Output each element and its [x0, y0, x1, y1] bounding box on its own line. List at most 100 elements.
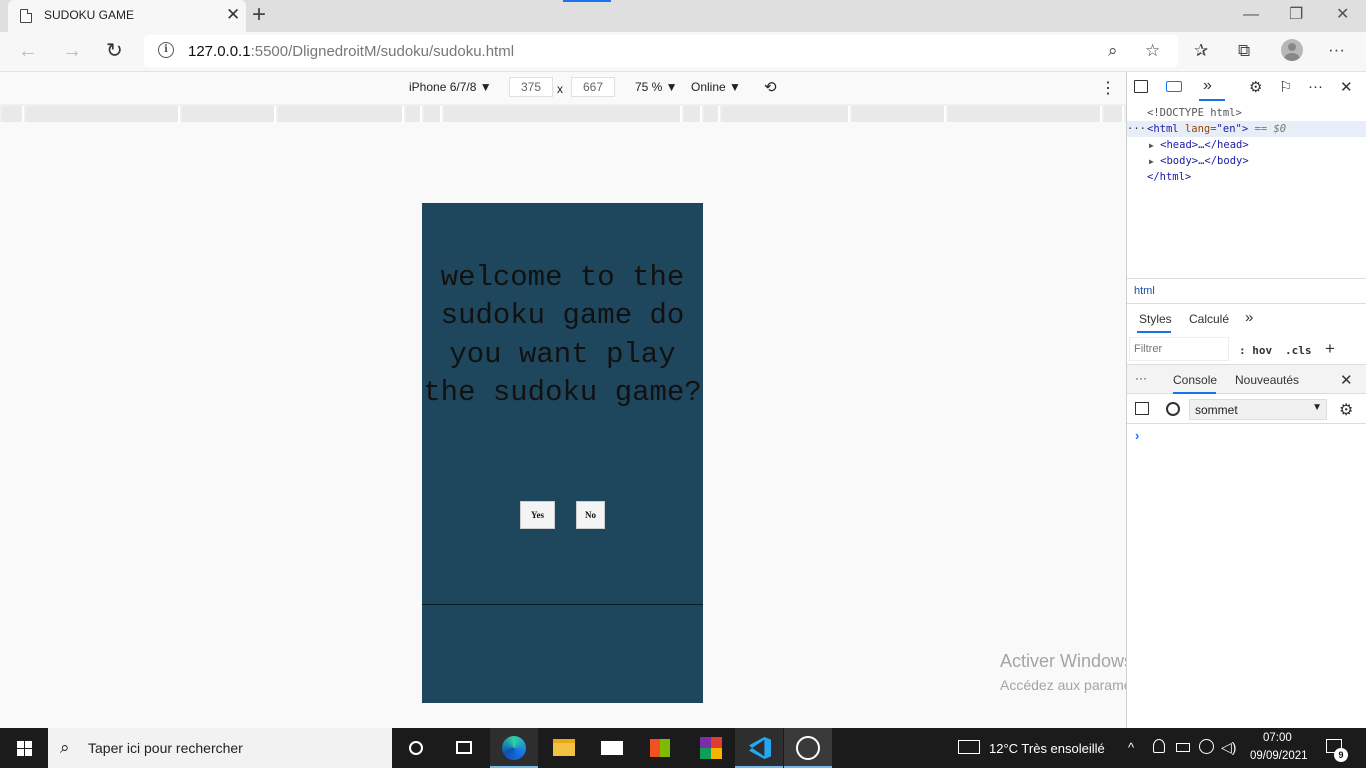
media-segment[interactable]: [2, 106, 24, 122]
media-segment[interactable]: [406, 106, 422, 122]
zoom-icon[interactable]: ⌕: [1108, 42, 1118, 60]
devtools-more-icon[interactable]: ···: [1308, 79, 1323, 95]
drawer-more-icon[interactable]: ···: [1135, 371, 1147, 385]
close-window-button[interactable]: ✕: [1336, 6, 1349, 24]
paint-app-icon[interactable]: [784, 728, 832, 768]
tab-console[interactable]: Console: [1173, 373, 1217, 387]
office-app-icon[interactable]: [686, 728, 734, 768]
styles-more-icon[interactable]: »: [1245, 309, 1253, 326]
settings-gear-icon[interactable]: ⚙: [1249, 80, 1262, 96]
network-globe-icon[interactable]: [1199, 739, 1214, 754]
chevron-up-icon[interactable]: ^: [1128, 740, 1134, 756]
favorite-star-icon[interactable]: ☆: [1145, 42, 1160, 60]
viewport-height-input[interactable]: 667: [571, 77, 615, 97]
viewport-width-input[interactable]: 375: [509, 77, 553, 97]
feedback-icon[interactable]: ⚐: [1279, 80, 1292, 96]
throttle-select[interactable]: Online ▼: [691, 80, 741, 94]
url-field[interactable]: i 127.0.0.1:5500/DlignedroitM/sudoku/sud…: [144, 35, 1178, 67]
volume-icon[interactable]: ◁): [1221, 739, 1236, 755]
refresh-button[interactable]: ↻: [106, 40, 123, 62]
context-select[interactable]: sommet ▼: [1189, 399, 1327, 420]
tab-whats-new[interactable]: Nouveautés: [1235, 373, 1299, 387]
clear-console-icon[interactable]: [1166, 402, 1180, 416]
console-toolbar: sommet ▼ ⚙: [1127, 394, 1366, 424]
task-view-icon[interactable]: [440, 728, 488, 768]
console-drawer-header: ··· Console Nouveautés ✕: [1127, 364, 1366, 394]
start-button[interactable]: [0, 728, 48, 768]
dimension-separator: x: [557, 82, 563, 96]
clock-date[interactable]: 09/09/2021: [1250, 750, 1308, 762]
zoom-select[interactable]: 75 % ▼: [635, 80, 678, 94]
media-segment[interactable]: [704, 106, 720, 122]
sudoku-page: welcome to the sudoku game do you want p…: [422, 203, 703, 703]
collections-icon[interactable]: ⧉: [1238, 42, 1250, 60]
media-segment[interactable]: [852, 106, 946, 122]
battery-icon[interactable]: [1176, 743, 1190, 752]
profile-avatar[interactable]: [1281, 39, 1303, 61]
minimize-button[interactable]: —: [1243, 6, 1259, 24]
dom-doctype[interactable]: <!DOCTYPE html>: [1147, 105, 1242, 121]
hover-state-toggle[interactable]: : hov: [1239, 344, 1272, 357]
media-query-bar[interactable]: [0, 104, 1126, 122]
weather-widget-icon[interactable]: [958, 740, 980, 754]
tab-styles[interactable]: Styles: [1139, 312, 1172, 326]
back-button[interactable]: ←: [18, 40, 38, 62]
weather-text[interactable]: 12°C Très ensoleillé: [989, 741, 1105, 756]
styles-filter-input[interactable]: [1129, 337, 1229, 361]
yes-button[interactable]: Yes: [520, 501, 555, 529]
dom-body-row[interactable]: ▶ <body>…</body>: [1149, 153, 1249, 170]
windows-logo-icon: [17, 749, 24, 756]
console-settings-icon[interactable]: ⚙: [1339, 400, 1353, 420]
dom-head-row[interactable]: ▶ <head>…</head>: [1149, 137, 1249, 154]
expand-arrow-icon[interactable]: ▶: [1149, 157, 1154, 166]
new-tab-button[interactable]: +: [252, 2, 266, 28]
drawer-close-icon[interactable]: ✕: [1340, 371, 1353, 389]
media-segment[interactable]: [182, 106, 276, 122]
console-prompt[interactable]: ›: [1135, 428, 1139, 443]
inspect-element-icon[interactable]: [1134, 80, 1148, 93]
browser-tab[interactable]: SUDOKU GAME ✕: [8, 0, 246, 32]
media-segment[interactable]: [948, 106, 1102, 122]
class-toggle[interactable]: .cls: [1285, 344, 1312, 357]
media-segment[interactable]: [722, 106, 850, 122]
forward-button[interactable]: →: [62, 40, 82, 62]
device-toolbar: iPhone 6/7/8 ▼ 375 x 667 75 % ▼ Online ▼…: [0, 72, 1126, 104]
media-segment[interactable]: [424, 106, 442, 122]
tab-computed[interactable]: Calculé: [1189, 312, 1229, 326]
device-select[interactable]: iPhone 6/7/8 ▼: [409, 80, 492, 94]
store-icon[interactable]: [636, 728, 684, 768]
restore-button[interactable]: ❐: [1289, 6, 1303, 24]
dom-html-end[interactable]: </html>: [1147, 169, 1191, 185]
expand-arrow-icon[interactable]: ▶: [1149, 141, 1154, 150]
device-more-icon[interactable]: ⋮: [1100, 78, 1116, 98]
url-text[interactable]: 127.0.0.1:5500/DlignedroitM/sudoku/sudok…: [188, 43, 514, 60]
rotate-icon[interactable]: ⟲: [764, 78, 777, 96]
device-toggle-icon[interactable]: [1166, 81, 1182, 92]
more-menu-icon[interactable]: ···: [1328, 41, 1345, 59]
page-divider: [422, 604, 703, 605]
windows-logo-icon: [25, 741, 32, 748]
edge-icon[interactable]: [490, 728, 538, 768]
clock-time[interactable]: 07:00: [1263, 732, 1292, 744]
cortana-icon[interactable]: [392, 728, 440, 768]
location-icon[interactable]: [1153, 739, 1165, 753]
favorites-icon[interactable]: ✰: [1194, 42, 1208, 60]
media-segment[interactable]: [278, 106, 404, 122]
no-button[interactable]: No: [576, 501, 605, 529]
vscode-icon[interactable]: [735, 728, 783, 768]
file-explorer-icon[interactable]: [540, 728, 588, 768]
media-segment[interactable]: [1104, 106, 1124, 122]
info-icon[interactable]: i: [158, 42, 174, 58]
mail-icon[interactable]: [588, 728, 636, 768]
breadcrumb-html[interactable]: html: [1134, 285, 1155, 297]
media-segment[interactable]: [444, 106, 682, 122]
tab-close-icon[interactable]: ✕: [226, 6, 240, 24]
sidebar-toggle-icon[interactable]: [1135, 402, 1149, 415]
new-rule-button[interactable]: +: [1325, 339, 1335, 359]
more-tabs-icon[interactable]: »: [1203, 78, 1212, 94]
media-segment[interactable]: [26, 106, 180, 122]
taskbar-search[interactable]: ⌕ Taper ici pour rechercher: [48, 728, 392, 768]
dom-selected-row[interactable]: ··· <html lang="en"> == $0: [1127, 121, 1366, 137]
devtools-close-icon[interactable]: ✕: [1340, 80, 1353, 96]
media-segment[interactable]: [684, 106, 702, 122]
